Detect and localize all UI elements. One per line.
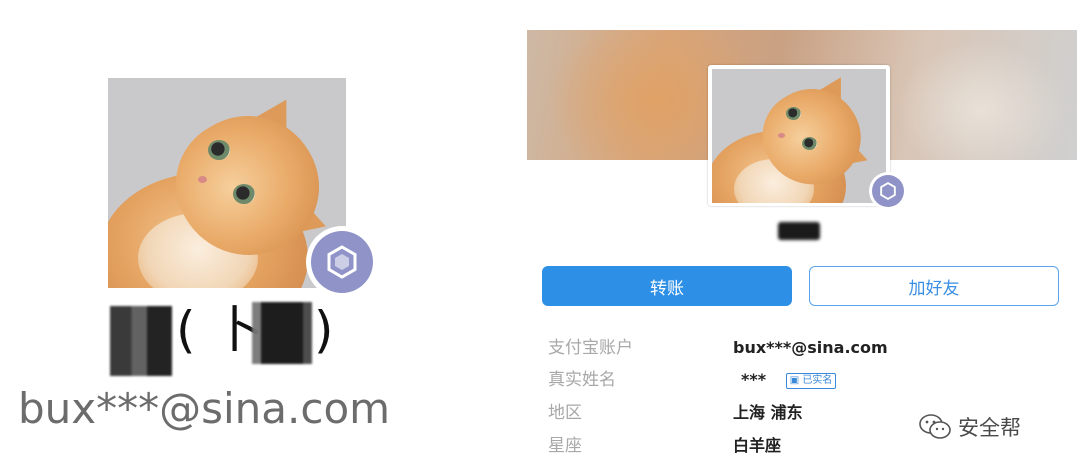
redacted-name-mask: [252, 302, 312, 364]
alipay-account-value: bux***@sina.com: [733, 338, 888, 357]
zodiac-value: 白羊座: [733, 436, 782, 455]
watermark: 安全帮: [918, 412, 1021, 442]
cat-eye-icon: [233, 184, 255, 204]
add-friend-button[interactable]: 加好友: [809, 266, 1059, 306]
cat-eye-icon: [802, 137, 817, 150]
cat-eye-icon: [208, 140, 230, 160]
watermark-text: 安全帮: [958, 416, 1021, 440]
real-name-value: ***: [741, 370, 767, 389]
cat-eye-icon: [786, 107, 801, 120]
avatar: [712, 69, 886, 203]
info-row-zodiac: 星座 白羊座: [548, 432, 948, 460]
info-row-account: 支付宝账户 bux***@sina.com: [548, 334, 948, 362]
verified-badge-icon: [869, 172, 907, 210]
info-row-region: 地区 上海 浦东: [548, 399, 948, 427]
verified-badge-icon: [306, 226, 378, 298]
profile-email: bux***@sina.com: [18, 384, 391, 433]
wechat-icon: [919, 414, 951, 439]
region-value: 上海 浦东: [733, 403, 803, 422]
transfer-button[interactable]: 转账: [542, 266, 792, 306]
redacted-name-mask: [110, 306, 172, 376]
info-row-real-name: 真实姓名 *** ▣ 已实名: [548, 366, 948, 394]
redacted-name-mask: [778, 222, 820, 240]
id-card-icon: ▣: [789, 374, 800, 386]
verified-name-badge: ▣ 已实名: [785, 372, 837, 389]
